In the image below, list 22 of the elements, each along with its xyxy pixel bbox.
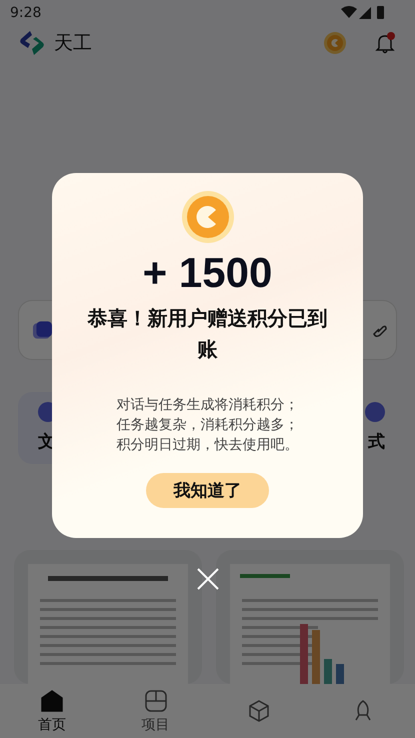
close-icon[interactable] — [197, 568, 219, 590]
points-amount: + 1500 — [142, 249, 272, 297]
document-thumbnail-drawing[interactable] — [28, 564, 188, 684]
prompt-card[interactable] — [18, 300, 52, 360]
status-icons — [341, 4, 385, 21]
notification-bell-icon[interactable] — [373, 30, 397, 55]
dialog-text: 对话与任务生成将消耗积分； — [116, 396, 298, 415]
app-icon — [33, 320, 52, 340]
grid-icon — [142, 688, 169, 714]
dialog-title: 恭喜！新用户赠送积分已到账 — [86, 305, 328, 363]
prompt-card[interactable] — [363, 300, 397, 360]
logo-icon — [18, 30, 46, 56]
document-thumbnail-drawing[interactable] — [230, 564, 390, 684]
dialog-text: 积分明日过期，快去使用吧。 — [116, 436, 298, 455]
home-icon — [38, 688, 65, 714]
nav-tab[interactable]: 首页 — [0, 684, 104, 738]
dialog-text: 任务越复杂，消耗积分越多； — [116, 416, 298, 435]
nav-tab[interactable]: 项目 — [104, 684, 208, 738]
app-name: 天工 — [54, 30, 92, 56]
status-time: 9:28 — [10, 4, 42, 21]
coin-icon — [182, 191, 234, 243]
confirm-button[interactable]: 我知道了 — [146, 473, 269, 508]
